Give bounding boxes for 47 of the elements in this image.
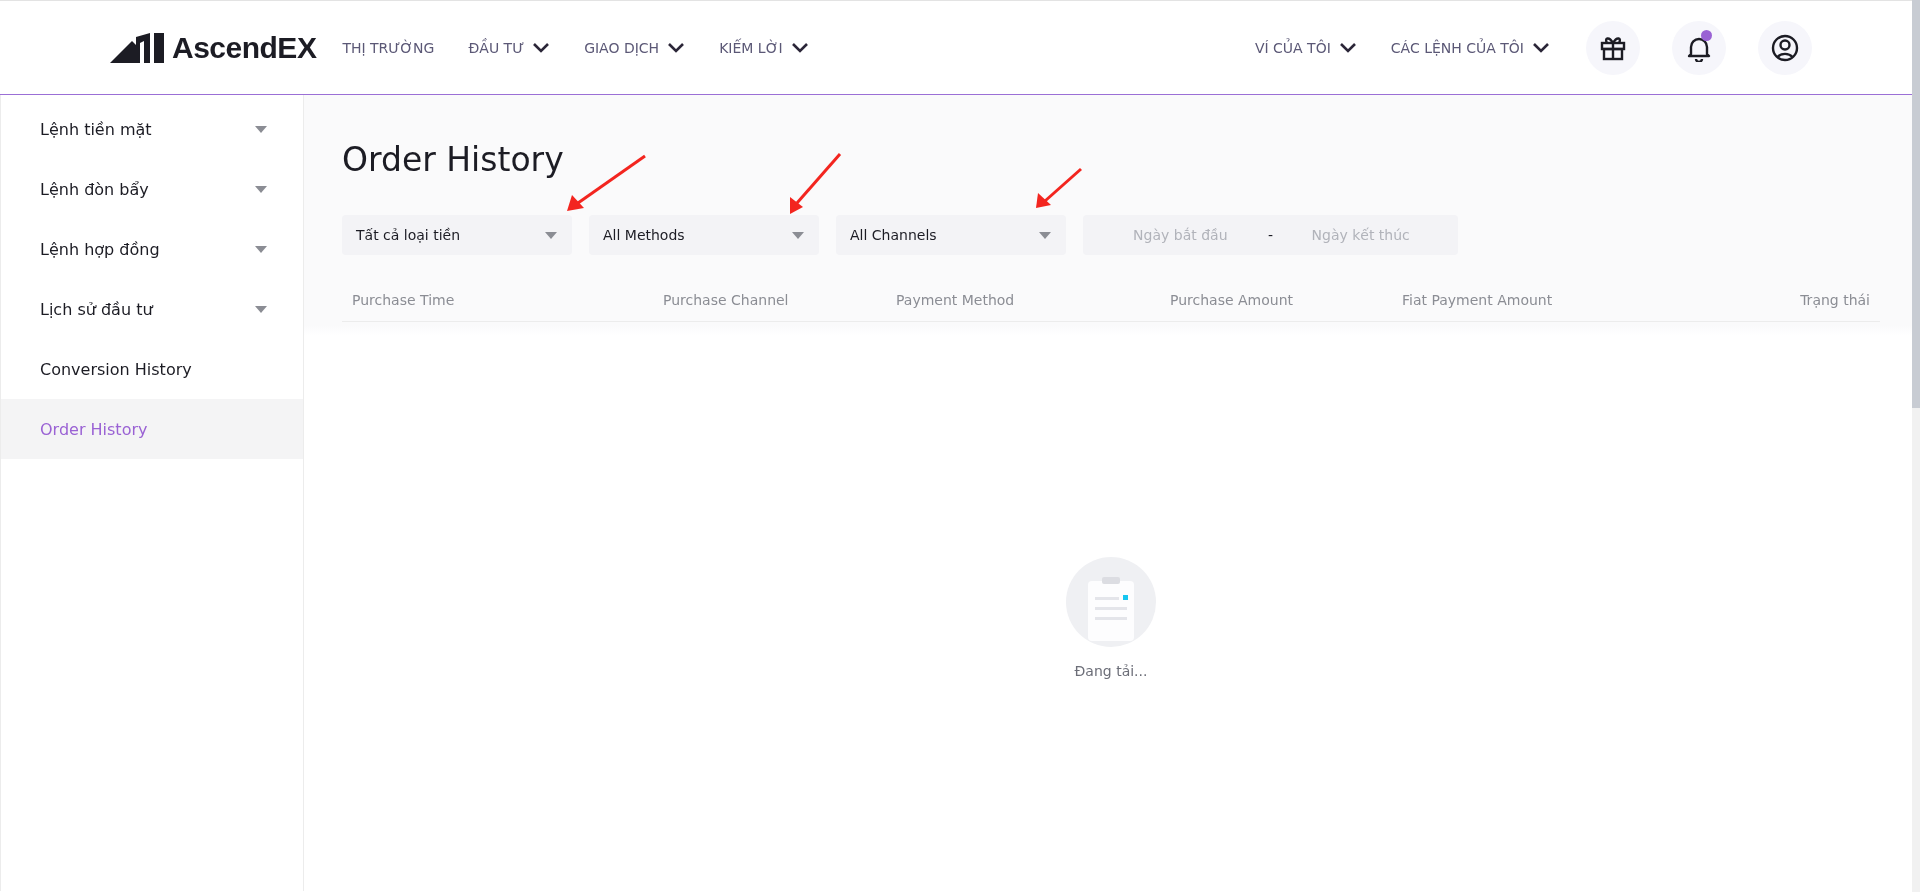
nav-link[interactable]: KIẾM LỜI — [719, 39, 809, 56]
user-icon — [1771, 33, 1799, 62]
chevron-down-icon — [1338, 42, 1357, 53]
caret-down-icon — [255, 125, 267, 133]
caret-down-icon — [545, 231, 557, 239]
column-header: Payment Method — [896, 292, 1016, 308]
chevron-down-icon — [790, 42, 809, 53]
sidebar-item[interactable]: Order History — [1, 399, 303, 459]
logo[interactable]: AscendEX — [110, 30, 317, 65]
logo-mark-icon — [110, 32, 164, 63]
caret-down-icon — [255, 305, 267, 313]
sidebar-item[interactable]: Conversion History — [1, 339, 303, 399]
dropdown-select[interactable]: All Channels — [836, 215, 1066, 255]
loading-text: Đang tải... — [1074, 663, 1148, 679]
dropdown-select[interactable]: All Methods — [589, 215, 819, 255]
logo-text: AscendEX — [172, 30, 317, 65]
sidebar-item[interactable]: Lệnh hợp đồng — [1, 219, 303, 279]
chevron-down-icon — [667, 42, 686, 53]
empty-clipboard-icon — [1066, 557, 1156, 647]
annotation-arrow — [1036, 167, 1082, 208]
scrollbar-thumb[interactable] — [1912, 0, 1920, 408]
page-title: Order History — [342, 140, 565, 179]
column-header: Purchase Amount — [1170, 292, 1295, 308]
start-date-field[interactable]: Ngày bắt đầu — [1113, 226, 1248, 244]
chevron-down-icon — [532, 42, 551, 53]
caret-down-icon — [255, 185, 267, 193]
column-header: Trạng thái — [1799, 292, 1870, 308]
dropdown-select[interactable]: Tất cả loại tiền — [342, 215, 572, 255]
caret-down-icon — [255, 245, 267, 253]
column-header: Purchase Time — [352, 292, 456, 308]
nav-link[interactable]: ĐẦU TƯ — [468, 39, 551, 56]
sidebar-item[interactable]: Lệnh tiền mặt — [1, 99, 303, 159]
scrollbar[interactable] — [1912, 0, 1920, 892]
chevron-down-icon — [1532, 42, 1550, 53]
sidebar-item[interactable]: Lịch sử đầu tư — [1, 279, 303, 339]
range-separator: - — [1267, 227, 1273, 243]
sidebar-item[interactable]: Lệnh đòn bẩy — [1, 159, 303, 219]
caret-down-icon — [1039, 231, 1051, 239]
nav-link[interactable]: THỊ TRƯỜNG — [342, 39, 435, 56]
caret-down-icon — [792, 231, 804, 239]
end-date-field[interactable]: Ngày kết thúc — [1293, 226, 1428, 244]
nav-link[interactable]: CÁC LỆNH CỦA TÔI — [1390, 39, 1550, 56]
column-header: Purchase Channel — [663, 292, 790, 308]
annotation-arrow — [790, 153, 842, 214]
column-header: Fiat Payment Amount — [1402, 292, 1554, 308]
nav-link[interactable]: VÍ CỦA TÔI — [1254, 39, 1357, 56]
nav-link[interactable]: GIAO DỊCH — [584, 39, 686, 56]
